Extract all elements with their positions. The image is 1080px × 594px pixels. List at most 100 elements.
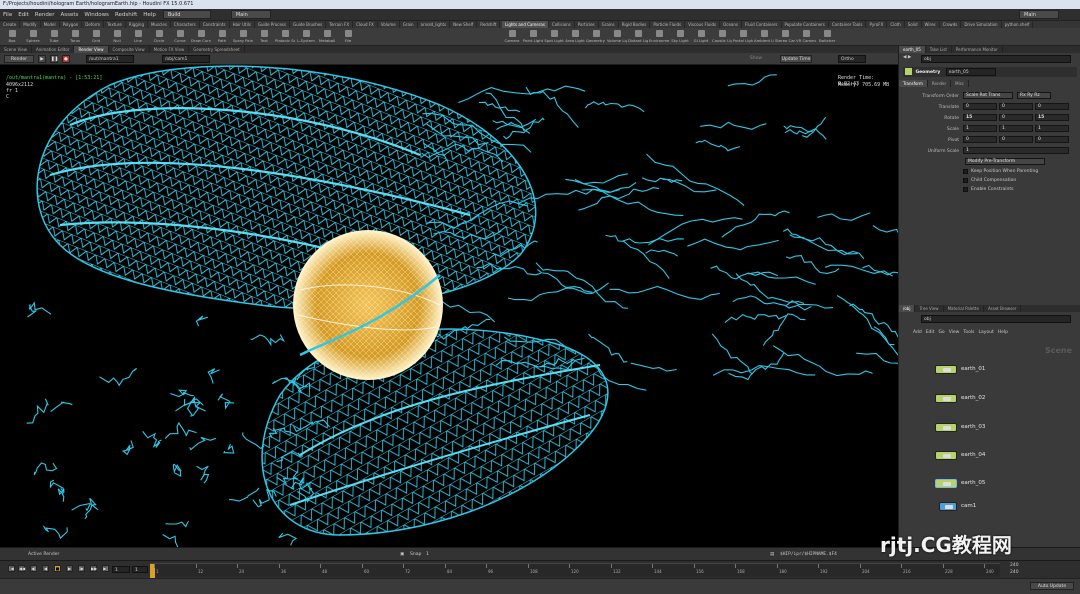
child-compensation-checkbox[interactable] xyxy=(963,178,968,183)
modify-pre-transform-select[interactable]: Modify Pre-Transform xyxy=(965,158,1045,165)
light-tool[interactable]: Environment Light xyxy=(649,28,669,46)
start-frame-field[interactable]: 1 xyxy=(132,566,148,573)
menu-redshift[interactable]: Redshift xyxy=(112,12,140,18)
node-cam1[interactable] xyxy=(939,502,957,511)
scale-x-field[interactable]: 1 xyxy=(963,125,997,132)
tab-parameters[interactable]: earth_05 xyxy=(899,46,926,53)
rotate-order-select[interactable]: Rx Ry Rz xyxy=(1017,92,1051,99)
shelf-tool[interactable]: Curve xyxy=(170,28,190,46)
shelf-tab[interactable]: Guide Process xyxy=(255,21,291,28)
menu-render[interactable]: Render xyxy=(32,12,58,18)
translate-y-field[interactable]: 0 xyxy=(999,103,1033,110)
tab-obj[interactable]: /obj xyxy=(899,305,916,312)
step-forward-icon[interactable]: ▶▶ xyxy=(90,565,97,572)
end-frame-a[interactable]: 240 xyxy=(1010,563,1019,568)
light-tool[interactable]: Point Light xyxy=(523,28,543,46)
node-name-field[interactable]: earth_05 xyxy=(945,68,996,76)
shelf-tab[interactable]: Hair Utils xyxy=(230,21,255,28)
camera-field[interactable]: /obj/cam1 xyxy=(162,55,210,63)
pivot-x-field[interactable]: 0 xyxy=(963,136,997,143)
net-menu-add[interactable]: Add xyxy=(913,330,922,335)
tab-scene-view[interactable]: Scene View xyxy=(0,46,32,53)
shelf-tab[interactable]: Polygon xyxy=(60,21,83,28)
play-reverse-icon[interactable]: ◀ xyxy=(42,565,49,572)
shelf-tab[interactable]: Viscous Fluids xyxy=(685,21,721,28)
translate-z-field[interactable]: 0 xyxy=(1035,103,1069,110)
shelf-tab[interactable]: Wires xyxy=(922,21,940,28)
node-earth-05[interactable] xyxy=(935,479,957,488)
tab-performance-monitor[interactable]: Performance Monitor xyxy=(952,46,1003,53)
snap-icon[interactable]: ▣ xyxy=(400,552,404,557)
shelf-tool[interactable]: Platonic Solids xyxy=(275,28,295,46)
shelf-tool[interactable]: Null xyxy=(107,28,127,46)
shelf-tab[interactable]: Cloth xyxy=(887,21,905,28)
light-tool[interactable]: Area Light xyxy=(565,28,585,46)
light-tool[interactable]: Camera xyxy=(502,28,522,46)
shelf-tab[interactable]: Muscles xyxy=(148,21,171,28)
tab-composite-view[interactable]: Composite View xyxy=(109,46,150,53)
shelf-tab[interactable]: Rigging xyxy=(126,21,148,28)
rotate-y-field[interactable]: 0 xyxy=(999,114,1033,121)
object-select[interactable]: Main xyxy=(230,10,271,19)
shelf-tab[interactable]: Deform xyxy=(82,21,105,28)
shelf-tab[interactable]: Container Tools xyxy=(829,21,867,28)
end-frame-b[interactable]: 240 xyxy=(1010,570,1019,575)
shelf-tab[interactable]: New Shelf xyxy=(450,21,478,28)
stop-playback-icon[interactable]: ■ xyxy=(54,565,61,572)
menu-file[interactable]: File xyxy=(0,12,15,18)
shelf-tool[interactable]: Spray Paint xyxy=(233,28,253,46)
shelf-tool[interactable]: Metaball xyxy=(317,28,337,46)
light-tool[interactable]: Distant Light xyxy=(628,28,648,46)
tab-material-palette[interactable]: Material Palette xyxy=(944,305,984,312)
network-path-field[interactable]: obj xyxy=(921,315,1071,323)
tab-asset-browser[interactable]: Asset Browser xyxy=(984,305,1022,312)
shelf-tab[interactable]: Rigid Bodies xyxy=(619,21,651,28)
uniform-scale-field[interactable]: 1 xyxy=(963,147,1069,154)
view-mode-select[interactable]: Ortho xyxy=(838,55,866,63)
rop-field[interactable]: /out/mantra1 xyxy=(86,55,134,63)
auto-update-button[interactable]: Auto Update xyxy=(1030,582,1074,590)
render-viewport[interactable]: /out/mantra1(mantra) - [1:53:21] 4096x21… xyxy=(0,65,898,547)
folder-icon[interactable]: ▤ xyxy=(770,552,774,557)
show-label[interactable]: Show xyxy=(745,55,767,63)
shelf-tool[interactable]: Draw Curve xyxy=(191,28,211,46)
shelf-tab[interactable]: Oceans xyxy=(720,21,743,28)
tab-motion-fx-view[interactable]: Motion FX View xyxy=(150,46,190,53)
shelf-tab[interactable]: Fluid Containers xyxy=(742,21,782,28)
tab-geometry-spreadsheet[interactable]: Geometry Spreadsheet xyxy=(189,46,245,53)
node-earth-01[interactable] xyxy=(935,365,957,374)
next-key-icon[interactable]: |▶ xyxy=(78,565,85,572)
light-tool[interactable]: Sky Light xyxy=(670,28,690,46)
shelf-tool[interactable]: L-System xyxy=(296,28,316,46)
shelf-tab[interactable]: Guide Brushes xyxy=(290,21,327,28)
right-desktop-select[interactable]: Main xyxy=(1019,10,1059,19)
translate-x-field[interactable]: 0 xyxy=(963,103,997,110)
play-render-icon[interactable]: ▶ xyxy=(38,55,46,63)
shelf-tool[interactable]: Sphere xyxy=(23,28,43,46)
transform-order-select[interactable]: Scale Rot Trans xyxy=(963,92,1013,99)
shelf-tab[interactable]: python.shelf xyxy=(1002,21,1034,28)
shelf-tab[interactable]: Texture xyxy=(104,21,126,28)
shelf-tool[interactable]: Tube xyxy=(44,28,64,46)
light-tool[interactable]: Switcher xyxy=(817,28,837,46)
light-tool[interactable]: Volume Light xyxy=(607,28,627,46)
shelf-tool[interactable]: Box xyxy=(2,28,22,46)
light-tool[interactable]: VR Camera xyxy=(796,28,816,46)
shelf-tab[interactable]: Particle Fluids xyxy=(650,21,686,28)
shelf-tool[interactable]: File xyxy=(338,28,358,46)
pause-icon[interactable]: ❚❚ xyxy=(50,55,59,63)
enable-constraints-checkbox[interactable] xyxy=(963,187,968,192)
update-time-button[interactable]: Update Time xyxy=(780,55,812,63)
tab-transform[interactable]: Transform xyxy=(899,80,928,87)
net-menu-edit[interactable]: Edit xyxy=(926,330,935,335)
shelf-tab[interactable]: Collisions xyxy=(549,21,575,28)
menu-assets[interactable]: Assets xyxy=(57,12,81,18)
jump-end-icon[interactable]: ▶| xyxy=(102,565,109,572)
tab-misc[interactable]: Misc xyxy=(951,80,970,87)
tab-animation-editor[interactable]: Animation Editor xyxy=(32,46,75,53)
jump-start-icon[interactable]: |◀ xyxy=(8,565,15,572)
shelf-tab[interactable]: Characters xyxy=(171,21,200,28)
timeline-scrubber[interactable]: 1 12 24 36 48 60 72 84 96 108 120 132 144 156 168 180 19… xyxy=(150,563,1000,578)
desktop-select[interactable]: Build xyxy=(162,10,211,19)
light-tool[interactable]: Geometry Light xyxy=(586,28,606,46)
